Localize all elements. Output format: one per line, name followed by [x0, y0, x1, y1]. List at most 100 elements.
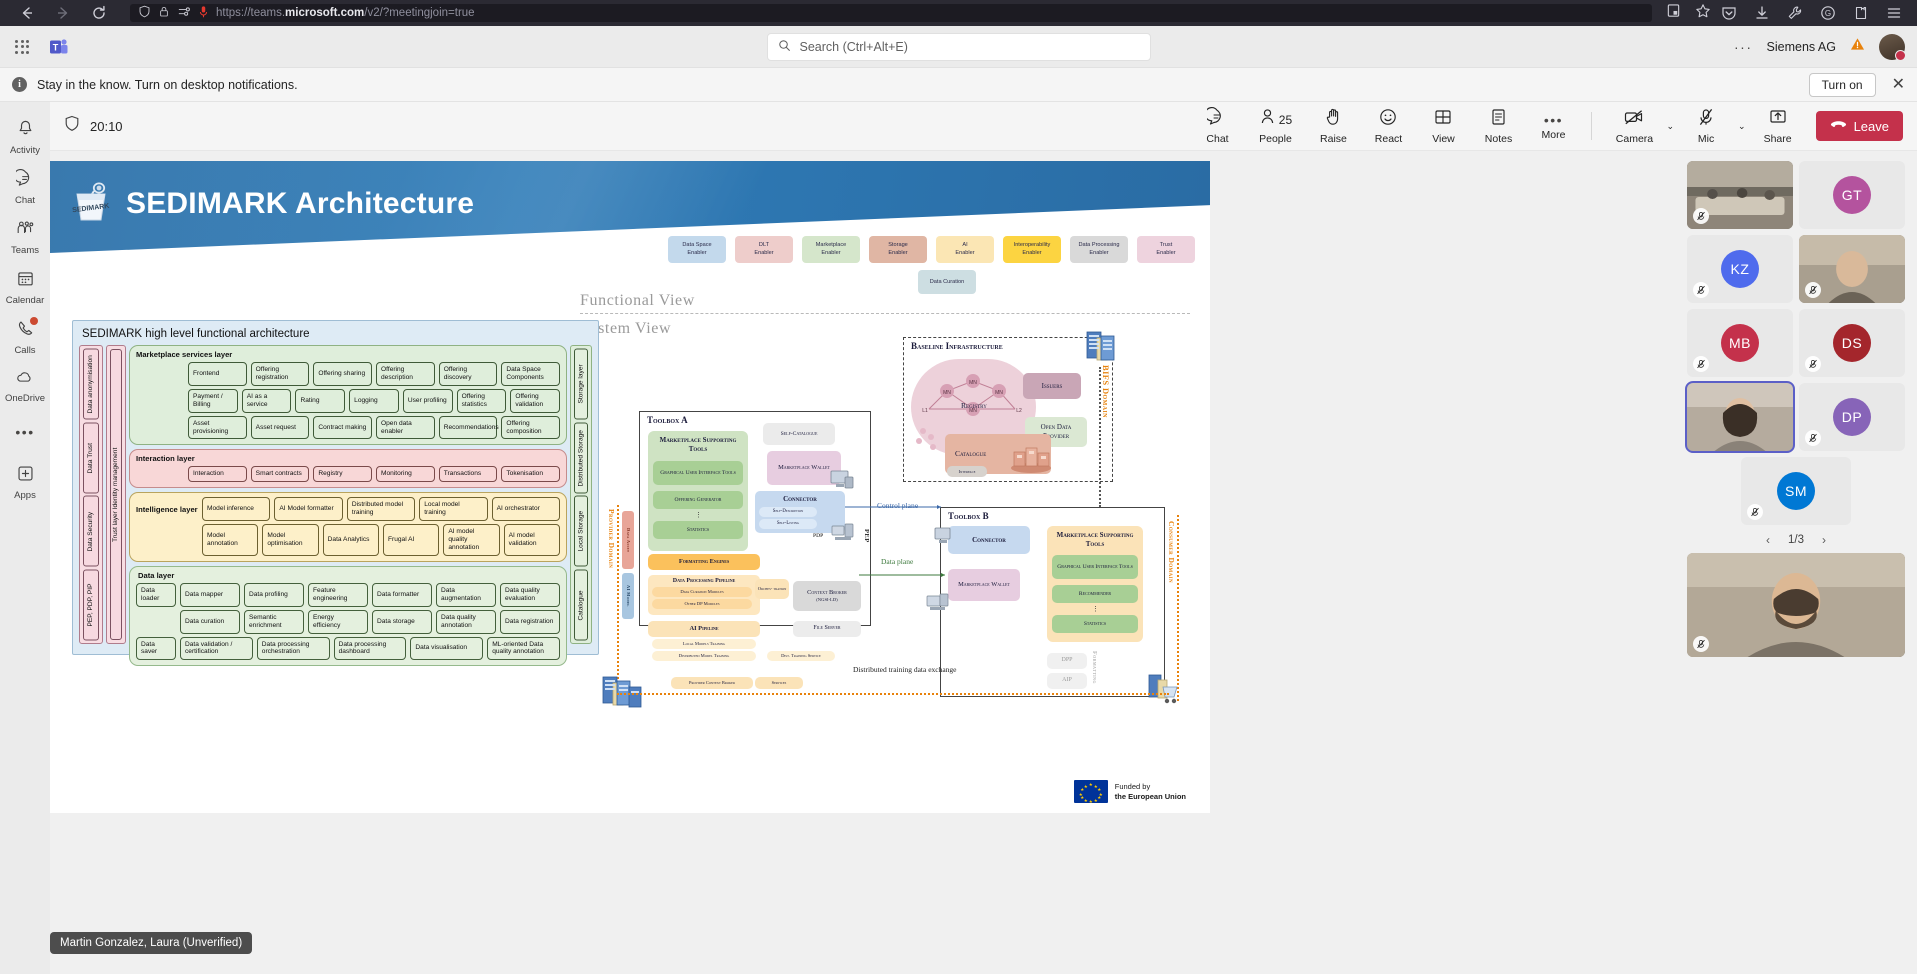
functional-architecture-title: SEDIMARK high level functional architect…: [82, 328, 310, 340]
view-button[interactable]: View: [1417, 103, 1469, 149]
sidebar-item-more[interactable]: •••: [1, 412, 49, 444]
address-bar[interactable]: https://teams.microsoft.com/v2/?meetingj…: [130, 4, 1652, 22]
calendar-icon: [16, 269, 35, 293]
file-server-a: File Server: [793, 621, 861, 637]
crosscut-column-left: Data anonymisation Data Trust Data Secur…: [79, 345, 103, 644]
participant-tile[interactable]: KZ: [1687, 235, 1793, 303]
mic-chevron-down-icon[interactable]: ⌄: [1734, 121, 1750, 132]
mic-button[interactable]: Mic: [1680, 103, 1732, 149]
camera-button[interactable]: Camera: [1608, 103, 1660, 149]
sidebar-item-label: Apps: [14, 490, 36, 501]
function-cell: User profiling: [402, 388, 453, 413]
top-more-icon[interactable]: ···: [1734, 39, 1753, 55]
participant-tile[interactable]: MB: [1687, 309, 1793, 377]
people-button[interactable]: 25 People: [1246, 103, 1304, 149]
provider-domain-border: [617, 505, 619, 695]
people-icon: [1259, 107, 1276, 132]
chat-icon: [1205, 107, 1227, 132]
services-chip: Services: [755, 677, 803, 689]
star-bookmark-icon[interactable]: [1695, 3, 1711, 24]
leave-button[interactable]: Leave: [1815, 111, 1903, 141]
pocket-icon[interactable]: [1721, 5, 1738, 22]
pager-next-icon[interactable]: ›: [1822, 533, 1826, 547]
participant-tile[interactable]: GT: [1799, 161, 1905, 229]
forward-arrow-icon[interactable]: [54, 4, 72, 22]
app-launcher-icon[interactable]: [0, 39, 44, 54]
participant-tile[interactable]: [1687, 161, 1793, 229]
notes-icon: [1489, 107, 1508, 132]
reload-icon[interactable]: [90, 4, 108, 22]
bifs-domain-border: [1099, 367, 1101, 507]
raise-hand-button[interactable]: Raise: [1307, 103, 1359, 149]
functional-architecture-box: SEDIMARK high level functional architect…: [72, 320, 599, 667]
account-g-icon[interactable]: G: [1820, 5, 1837, 22]
participant-tile-active-speaker[interactable]: [1685, 381, 1795, 453]
wrench-icon[interactable]: [1787, 5, 1804, 22]
camera-chevron-down-icon[interactable]: ⌄: [1662, 121, 1678, 132]
trust-layer-column: Trust layer Identity management: [106, 345, 126, 644]
permissions-icon[interactable]: [177, 6, 191, 21]
share-button[interactable]: Share: [1752, 103, 1804, 149]
function-cell: Data quality evaluation: [500, 582, 560, 607]
reader-view-icon[interactable]: [1666, 3, 1681, 23]
participant-tile[interactable]: DP: [1799, 383, 1905, 451]
sidebar-item-label: Chat: [14, 195, 36, 206]
raise-button-label: Raise: [1320, 133, 1347, 145]
crosscut-box: Data anonymisation: [83, 349, 99, 420]
participant-tile[interactable]: [1799, 235, 1905, 303]
enabler-label1: Data Processing: [1078, 241, 1120, 248]
avatar[interactable]: [1879, 33, 1906, 61]
toolbox-a-title: Toolbox A: [647, 415, 688, 425]
storage-box: Storage layer: [574, 349, 588, 420]
function-cell: AI model quality annotation: [443, 524, 500, 556]
self-listing-a: Self-Listing: [759, 519, 817, 529]
data-curation-modules-a: Data Curation Modules: [652, 587, 752, 597]
shield-icon[interactable]: [138, 5, 151, 21]
context-broker-sub: (NGSI-LD): [816, 597, 838, 603]
function-cell: Data curation: [180, 609, 240, 634]
notes-button[interactable]: Notes: [1472, 103, 1524, 149]
sidebar-item-calendar[interactable]: Calendar: [1, 264, 49, 310]
devices-icon-a: [831, 523, 854, 540]
mic-label: Mic: [1697, 133, 1715, 145]
sidebar-item-calls[interactable]: Calls: [1, 314, 49, 360]
participant-initials: MB: [1721, 324, 1759, 362]
search-input[interactable]: Search (Ctrl+Alt+E): [766, 32, 1151, 61]
function-cell: Data validation / certification: [180, 636, 253, 661]
presentation-slide[interactable]: SEDIMARK SEDIMARK Architecture Data Spac…: [50, 161, 1210, 813]
downloads-icon[interactable]: [1754, 5, 1771, 22]
function-cell: Monitoring: [376, 466, 435, 483]
turn-on-button[interactable]: Turn on: [1808, 72, 1876, 97]
interface-chip: Interface: [947, 466, 987, 477]
hamburger-menu-icon[interactable]: [1886, 5, 1903, 22]
participant-tile[interactable]: SM: [1741, 457, 1851, 525]
functional-view-label: Functional View: [580, 292, 695, 309]
mic-off-icon: [1693, 636, 1709, 652]
shopping-cart-icon-consumer: [1148, 674, 1178, 704]
data-curation-chip: Data Curation: [918, 270, 976, 294]
sidebar-item-onedrive[interactable]: OneDrive: [1, 364, 49, 408]
sidebar-item-teams[interactable]: Teams: [1, 214, 49, 260]
lock-icon[interactable]: [158, 5, 170, 21]
eu-funding-line1: Funded by: [1114, 782, 1151, 792]
more-button[interactable]: ••• More: [1527, 108, 1579, 145]
back-arrow-icon[interactable]: [18, 4, 36, 22]
server-rack-icon-provider: [602, 676, 642, 708]
sidebar-item-label: OneDrive: [4, 393, 46, 404]
cloud-icon: [15, 369, 35, 391]
participant-tile-large[interactable]: [1687, 553, 1905, 657]
bifs-domain-label: BIFS Domain: [1101, 365, 1111, 418]
close-icon[interactable]: ✕: [1892, 76, 1905, 93]
sidebar-item-activity[interactable]: Activity: [1, 114, 49, 160]
sidebar-item-chat[interactable]: Chat: [1, 164, 49, 210]
layer-row: Data loader Data mapper Data profiling F…: [136, 582, 560, 607]
enabler-chip: Trust Enabler: [1137, 236, 1195, 263]
react-button[interactable]: React: [1362, 103, 1414, 149]
warning-triangle-icon[interactable]: [1850, 37, 1865, 56]
pager-prev-icon[interactable]: ‹: [1766, 533, 1770, 547]
sidebar-item-apps[interactable]: Apps: [1, 448, 49, 505]
microphone-icon[interactable]: [198, 5, 209, 22]
participant-tile[interactable]: DS: [1799, 309, 1905, 377]
extensions-icon[interactable]: [1853, 5, 1870, 22]
chat-button[interactable]: Chat: [1191, 103, 1243, 149]
